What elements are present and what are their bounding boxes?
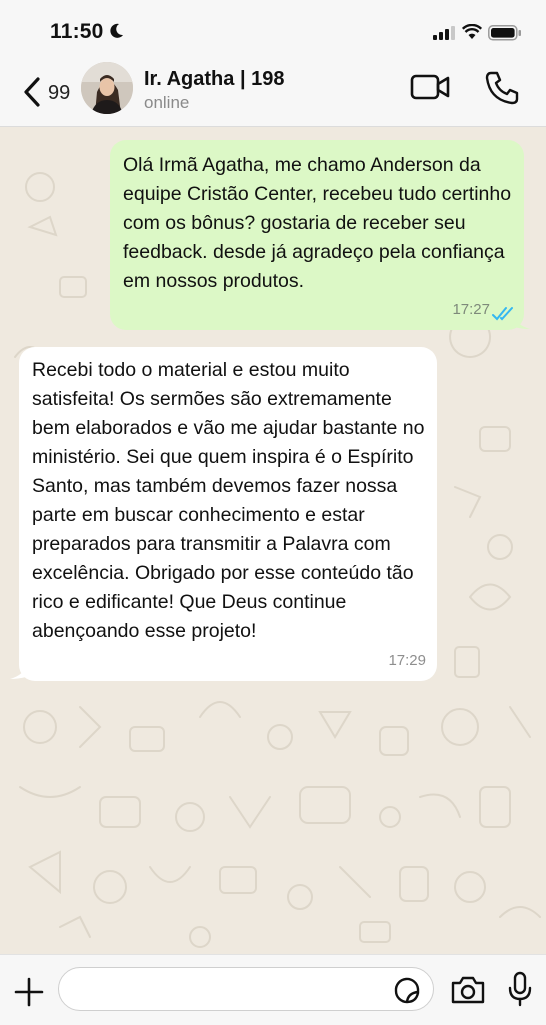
status-bar: 11:50 — [0, 0, 546, 62]
attach-button[interactable] — [12, 975, 46, 1009]
input-bar — [0, 954, 546, 1025]
battery-icon — [488, 25, 521, 41]
status-time: 11:50 — [50, 20, 104, 43]
chat-area[interactable]: Olá Irmã Agatha, me chamo Anderson da eq… — [0, 127, 546, 954]
video-call-icon — [410, 74, 450, 100]
camera-icon — [451, 976, 485, 1004]
message-text: Recebi todo o material e estou muito sat… — [32, 359, 425, 642]
message-bubble-outgoing[interactable]: Olá Irmã Agatha, me chamo Anderson da eq… — [110, 140, 524, 330]
message-text: Olá Irmã Agatha, me chamo Anderson da eq… — [123, 154, 512, 292]
camera-button[interactable] — [449, 973, 487, 1007]
sticker-button[interactable] — [392, 976, 422, 1006]
plus-icon — [14, 977, 44, 1007]
message-input[interactable] — [58, 967, 434, 1011]
avatar[interactable] — [81, 62, 133, 114]
wifi-icon — [462, 24, 482, 39]
message-time: 17:29 — [388, 652, 426, 669]
double-check-icon — [492, 307, 513, 321]
bubble-tail — [514, 315, 530, 329]
phone-call-icon — [485, 71, 519, 105]
contact-photo — [81, 62, 133, 114]
message-bubble-incoming[interactable]: Recebi todo o material e estou muito sat… — [19, 347, 437, 681]
back-button[interactable]: 99 — [18, 70, 78, 114]
chevron-left-icon — [24, 77, 40, 107]
video-call-button[interactable] — [409, 70, 453, 106]
bubble-tail — [10, 665, 26, 679]
unread-count: 99 — [48, 82, 71, 104]
chat-header: 99 Ir. Agatha | 198 online — [0, 62, 546, 127]
moon-icon — [110, 23, 123, 38]
contact-status: online — [144, 93, 190, 112]
cellular-signal-icon — [433, 26, 455, 40]
contact-name[interactable]: Ir. Agatha | 198 — [144, 68, 284, 91]
message-time: 17:27 — [452, 301, 490, 318]
voice-call-button[interactable] — [482, 68, 522, 108]
sticker-icon — [394, 977, 420, 1004]
microphone-icon — [508, 971, 532, 1007]
microphone-button[interactable] — [505, 969, 535, 1009]
